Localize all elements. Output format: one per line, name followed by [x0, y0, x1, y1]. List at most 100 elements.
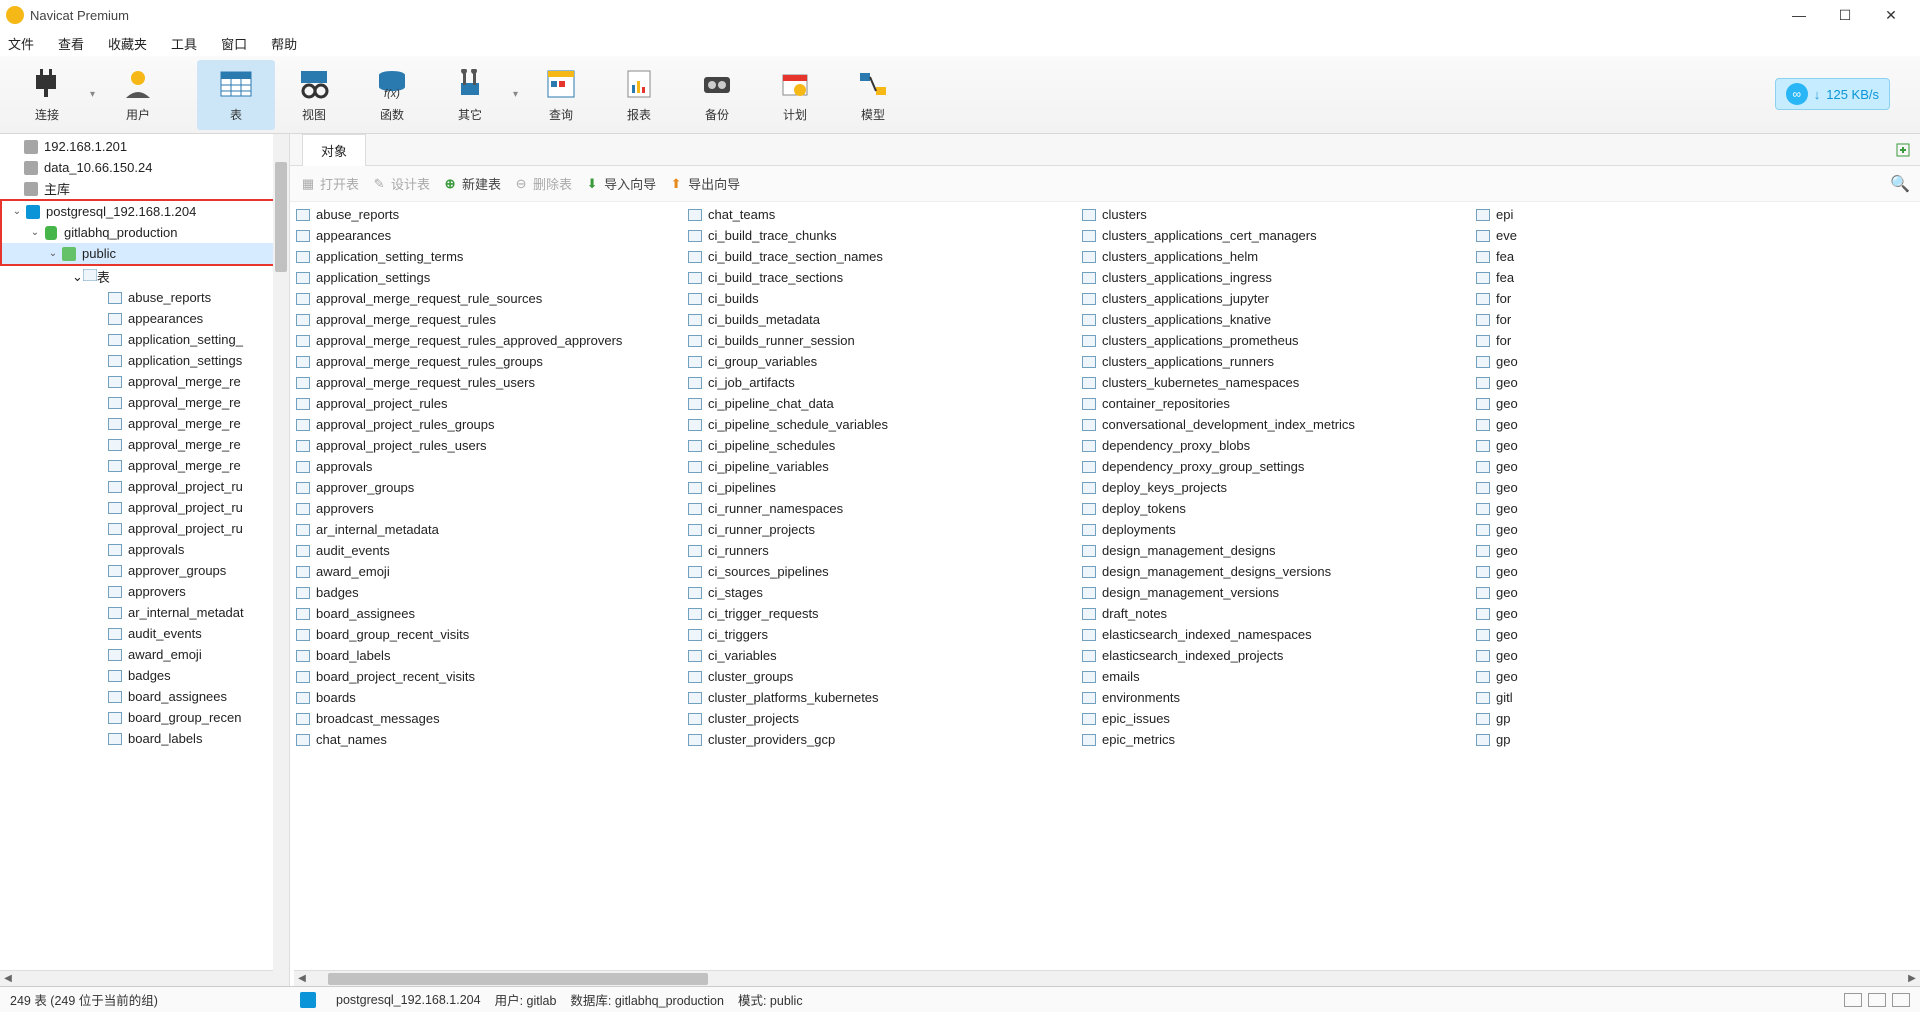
database-item[interactable]: ⌄gitlabhq_production	[2, 222, 287, 243]
sidebar-scrollbar[interactable]	[273, 134, 289, 986]
toolbar-view[interactable]: 视图	[275, 60, 353, 130]
sidebar-table-item[interactable]: ar_internal_metadat	[0, 602, 289, 623]
table-item[interactable]: broadcast_messages	[294, 708, 686, 729]
table-item[interactable]: clusters_applications_jupyter	[1080, 288, 1474, 309]
table-item[interactable]: approval_merge_request_rules_approved_ap…	[294, 330, 686, 351]
table-item[interactable]: ci_trigger_requests	[686, 603, 1080, 624]
scrollbar-thumb[interactable]	[275, 162, 287, 272]
table-item[interactable]: for	[1474, 309, 1920, 330]
table-item[interactable]: boards	[294, 687, 686, 708]
sidebar-table-item[interactable]: approval_merge_re	[0, 413, 289, 434]
table-item[interactable]: ci_triggers	[686, 624, 1080, 645]
add-tab-button[interactable]	[1894, 141, 1912, 159]
chevron-down-icon[interactable]: ⌄	[46, 248, 60, 259]
table-item[interactable]: design_management_designs_versions	[1080, 561, 1474, 582]
table-item[interactable]: approval_project_rules_users	[294, 435, 686, 456]
table-item[interactable]: ci_sources_pipelines	[686, 561, 1080, 582]
table-item[interactable]: geo	[1474, 603, 1920, 624]
table-item[interactable]: deploy_tokens	[1080, 498, 1474, 519]
menu-help[interactable]: 帮助	[271, 34, 297, 53]
table-item[interactable]: approval_merge_request_rules_users	[294, 372, 686, 393]
table-item[interactable]: geo	[1474, 645, 1920, 666]
sidebar-table-item[interactable]: badges	[0, 665, 289, 686]
table-item[interactable]: gitl	[1474, 687, 1920, 708]
view-detail-button[interactable]	[1892, 993, 1910, 1007]
table-item[interactable]: geo	[1474, 540, 1920, 561]
toolbar-connect[interactable]: 连接	[8, 60, 86, 130]
table-item[interactable]: epic_metrics	[1080, 729, 1474, 750]
table-item[interactable]: geo	[1474, 372, 1920, 393]
scrollbar-thumb[interactable]	[328, 973, 708, 985]
table-item[interactable]: approval_project_rules	[294, 393, 686, 414]
table-item[interactable]: clusters	[1080, 204, 1474, 225]
table-item[interactable]: geo	[1474, 498, 1920, 519]
table-item[interactable]: dependency_proxy_blobs	[1080, 435, 1474, 456]
arrow-left-icon[interactable]: ◀	[294, 973, 310, 984]
table-item[interactable]: abuse_reports	[294, 204, 686, 225]
table-item[interactable]: geo	[1474, 519, 1920, 540]
table-item[interactable]: award_emoji	[294, 561, 686, 582]
table-item[interactable]: ci_runner_namespaces	[686, 498, 1080, 519]
sidebar-table-item[interactable]: board_assignees	[0, 686, 289, 707]
table-item[interactable]: geo	[1474, 393, 1920, 414]
connection-item[interactable]: data_10.66.150.24	[0, 157, 289, 178]
sync-speed-badge[interactable]: ∞ ↓ 125 KB/s	[1775, 78, 1890, 110]
table-item[interactable]: draft_notes	[1080, 603, 1474, 624]
dropdown-icon[interactable]: ▾	[86, 89, 99, 100]
table-item[interactable]: clusters_applications_helm	[1080, 246, 1474, 267]
table-item[interactable]: ci_stages	[686, 582, 1080, 603]
table-item[interactable]: chat_names	[294, 729, 686, 750]
table-item[interactable]: elasticsearch_indexed_namespaces	[1080, 624, 1474, 645]
open-table-button[interactable]: ▦打开表	[300, 174, 359, 193]
table-item[interactable]: appearances	[294, 225, 686, 246]
menu-window[interactable]: 窗口	[221, 34, 247, 53]
table-item[interactable]: ci_runners	[686, 540, 1080, 561]
view-list-button[interactable]	[1868, 993, 1886, 1007]
table-item[interactable]: approvals	[294, 456, 686, 477]
sidebar-table-item[interactable]: board_labels	[0, 728, 289, 749]
table-item[interactable]: clusters_kubernetes_namespaces	[1080, 372, 1474, 393]
connection-item[interactable]: 192.168.1.201	[0, 136, 289, 157]
table-item[interactable]: ci_pipeline_schedules	[686, 435, 1080, 456]
table-item[interactable]: geo	[1474, 666, 1920, 687]
table-item[interactable]: ar_internal_metadata	[294, 519, 686, 540]
table-item[interactable]: eve	[1474, 225, 1920, 246]
schema-item[interactable]: ⌄public	[2, 243, 287, 264]
table-item[interactable]: badges	[294, 582, 686, 603]
sidebar-table-item[interactable]: award_emoji	[0, 644, 289, 665]
table-item[interactable]: clusters_applications_cert_managers	[1080, 225, 1474, 246]
table-item[interactable]: geo	[1474, 582, 1920, 603]
menu-fav[interactable]: 收藏夹	[108, 34, 147, 53]
sidebar-table-item[interactable]: application_setting_	[0, 329, 289, 350]
table-item[interactable]: design_management_designs	[1080, 540, 1474, 561]
import-button[interactable]: ⬇导入向导	[584, 174, 656, 193]
arrow-right-icon[interactable]: ▶	[1904, 973, 1920, 984]
table-item[interactable]: environments	[1080, 687, 1474, 708]
chevron-down-icon[interactable]: ⌄	[72, 269, 83, 285]
table-item[interactable]: gp	[1474, 708, 1920, 729]
connection-item-active[interactable]: ⌄postgresql_192.168.1.204	[2, 201, 287, 222]
table-item[interactable]: ci_group_variables	[686, 351, 1080, 372]
sidebar-table-item[interactable]: approval_merge_re	[0, 434, 289, 455]
search-icon[interactable]: 🔍	[1890, 174, 1910, 194]
toolbar-report[interactable]: 报表	[600, 60, 678, 130]
sidebar-table-item[interactable]: approval_merge_re	[0, 392, 289, 413]
table-item[interactable]: cluster_projects	[686, 708, 1080, 729]
toolbar-user[interactable]: 用户	[99, 60, 177, 130]
table-item[interactable]: application_setting_terms	[294, 246, 686, 267]
sidebar-table-item[interactable]: approval_project_ru	[0, 476, 289, 497]
table-item[interactable]: ci_pipeline_chat_data	[686, 393, 1080, 414]
toolbar-model[interactable]: 模型	[834, 60, 912, 130]
table-item[interactable]: gp	[1474, 729, 1920, 750]
close-button[interactable]: ✕	[1868, 0, 1914, 30]
view-grid-button[interactable]	[1844, 993, 1862, 1007]
table-item[interactable]: ci_build_trace_chunks	[686, 225, 1080, 246]
table-item[interactable]: ci_builds_metadata	[686, 309, 1080, 330]
table-item[interactable]: ci_build_trace_sections	[686, 267, 1080, 288]
content-hscroll[interactable]: ◀▶	[294, 970, 1920, 986]
table-item[interactable]: clusters_applications_ingress	[1080, 267, 1474, 288]
connection-item[interactable]: 主库	[0, 178, 289, 199]
toolbar-plan[interactable]: 计划	[756, 60, 834, 130]
table-item[interactable]: conversational_development_index_metrics	[1080, 414, 1474, 435]
delete-table-button[interactable]: ⊖删除表	[513, 174, 572, 193]
